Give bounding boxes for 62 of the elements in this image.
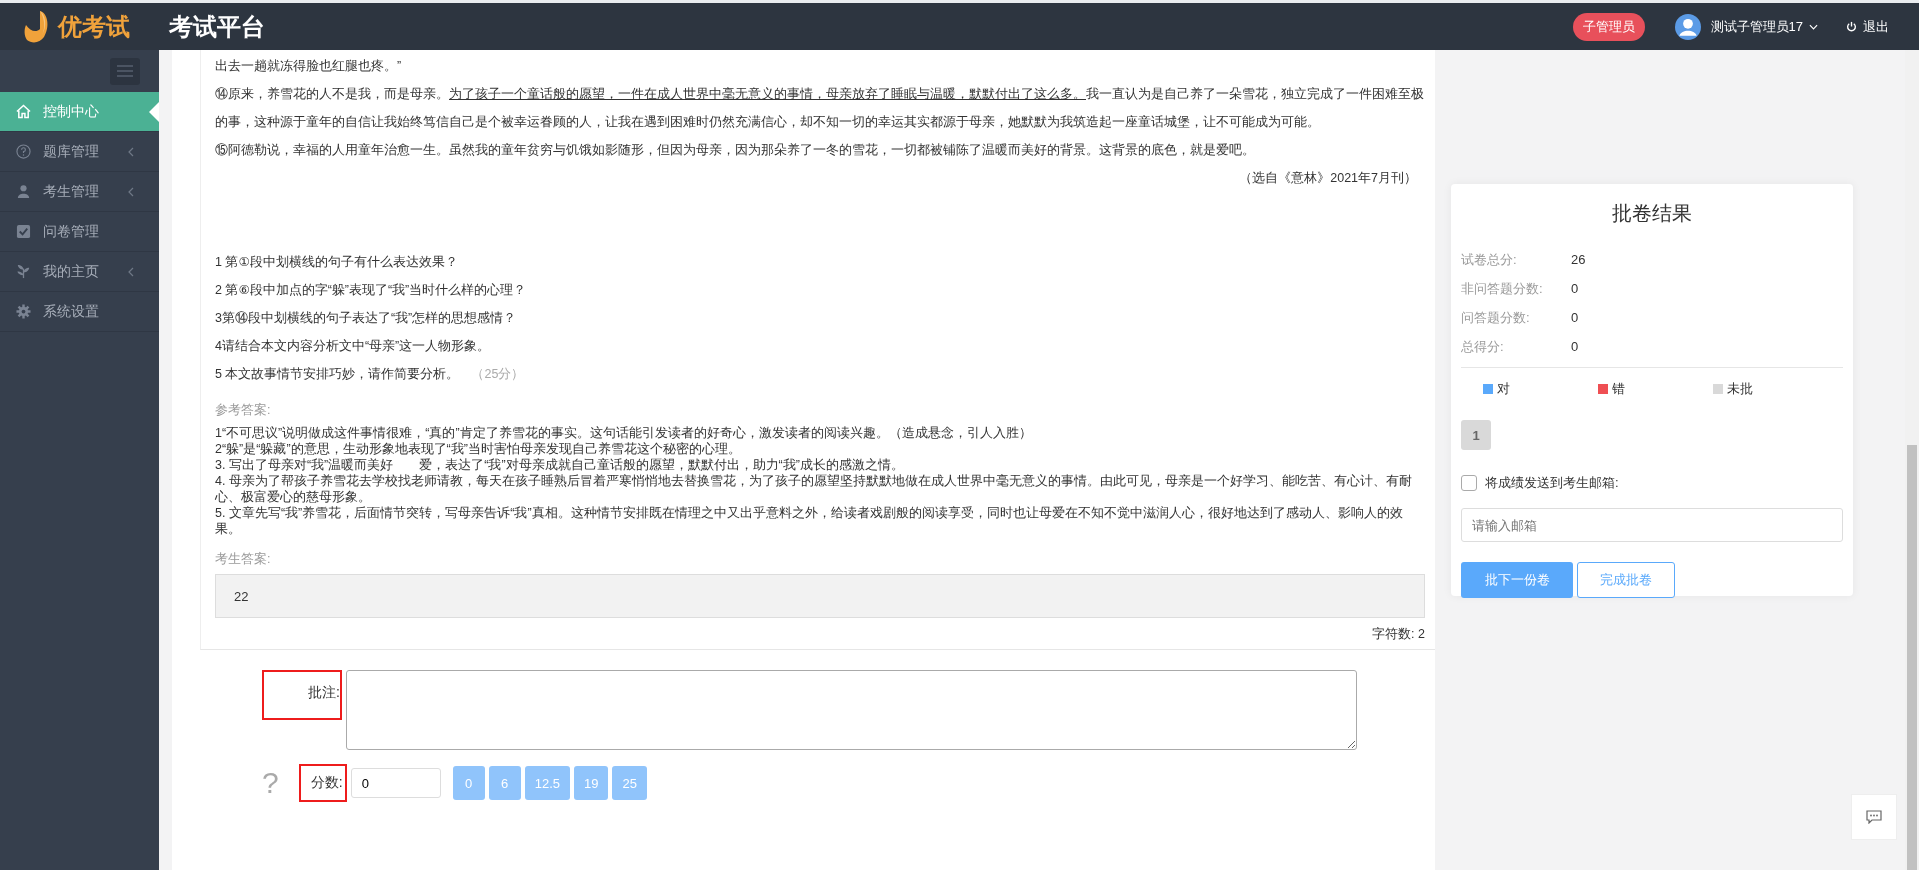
help-mark: ? — [262, 766, 279, 800]
source-citation: （选自《意林》2021年7月刊） — [1238, 170, 1418, 187]
passage-paragraph: ⑮阿德勒说，幸福的人用童年治愈一生。虽然我的童年贫穷与饥饿如影随形，但因为母亲，因为那朵养了一冬的雪花，一切都被铺陈了温暖而美好的背景。这背景的底色，就是爱吧。 — [215, 142, 1256, 159]
score-label: 分数: — [298, 764, 347, 802]
logo-text: 优考试 — [58, 11, 130, 42]
question-text: 2 第⑥段中加点的字“躲”表现了“我”当时什么样的心理？ — [215, 282, 527, 299]
comment-label: 批注: — [262, 670, 342, 720]
question-text: 4请结合本文内容分析文中“母亲”这一人物形象。 — [215, 338, 491, 355]
user-menu[interactable]: 测试子管理员17 — [1710, 17, 1818, 36]
stat-label: 试卷总分: — [1461, 251, 1518, 269]
panel-title: 批卷结果 — [1611, 201, 1693, 226]
logout-button[interactable]: 退出 — [1846, 17, 1889, 36]
sidebar-item[interactable]: 控制中心 — [0, 92, 159, 132]
avatar-icon — [1674, 13, 1701, 40]
question-text: 3第⑭段中划横线的句子表达了“我”怎样的思想感情？ — [215, 310, 517, 327]
legend-label: 错 — [1612, 380, 1625, 398]
question-icon — [16, 144, 31, 159]
question-number-button[interactable]: 1 — [1461, 420, 1491, 450]
question-text: 1 第①段中划横线的句子有什么表达效果？ — [215, 254, 458, 271]
student-answer-box: 22 — [215, 574, 1425, 618]
stat-value: 0 — [1571, 338, 1579, 356]
checkbox-icon — [16, 224, 31, 239]
reference-answer: 3. 写出了母亲对“我”温暖而美好 爱，表达了“我”对母亲成就自己童话般的愿望，默默付出，助力“我”成长的感激之情。 — [215, 457, 905, 473]
legend-label: 对 — [1497, 380, 1510, 398]
reference-answer: 5. 文章先写“我”养雪花，后面情节突转，写母亲告诉“我”真相。这种情节安排既在情理之中又出乎意料之外，给读者戏剧般的阅读享受，同时也让母爱在不知不觉中滋润人心，很好地达到了感动人、影响人的效果。 — [215, 505, 1404, 537]
stat-label: 问答题分数: — [1461, 309, 1531, 327]
menu-button[interactable] — [110, 57, 140, 85]
gear-icon — [16, 304, 31, 319]
passage-paragraph: ⑭原来，养雪花的人不是我，而是母亲。为了孩子一个童话般的愿望，一件在成人世界中毫无意义的事情，母亲放弃了睡眠与温暖，默默付出了这么多。我一直认为是自己养了一朵雪花，独立完成了一件困难至极的事，这种源于童年的自信让我始终笃信自己是个被幸运眷顾的人，让我在遇到困难时仍然充满信心，却不知一切的幸运其实都源于母亲，她默默为我筑造起一座童话城堡，让不可能成为可能。 — [215, 86, 1425, 131]
chat-button[interactable] — [1851, 794, 1897, 840]
legend-label: 未批 — [1727, 380, 1753, 398]
user-icon — [16, 184, 31, 199]
checkbox-label: 将成绩发送到考生邮箱: — [1485, 474, 1619, 492]
chat-icon — [1866, 810, 1882, 824]
comment-field[interactable] — [346, 670, 1357, 750]
home-icon — [16, 104, 31, 119]
stat-value: 26 — [1571, 251, 1586, 269]
scrollbar-thumb[interactable] — [1907, 445, 1917, 870]
character-count: 字符数: 2 — [1371, 626, 1425, 643]
leaf-icon — [16, 264, 31, 279]
app-title: 考试平台 — [169, 11, 265, 42]
caret-icon — [1809, 23, 1818, 30]
reference-answer: 4. 母亲为了帮孩子养雪花去学校找老师请教，每天在孩子睡熟后冒着严寒悄悄地去替换雪花，为了孩子的愿望坚持默默地做在成人世界中毫无意义的事情。由此可见，母亲是一个好学习、能吃苦、有心计、有耐心、极富爱心的慈母形象。 — [215, 473, 1413, 505]
score-field[interactable]: 0 — [350, 768, 441, 798]
checkbox[interactable] — [1461, 475, 1477, 491]
role-badge: 子管理员 — [1572, 12, 1645, 41]
reference-answer: 1“不可思议”说明做成这件事情很难，“真的”肯定了养雪花的事实。这句话能引发读者的好奇心，激发读者的阅读兴趣。（造成悬念，引人入胜） — [215, 425, 1033, 441]
question-text: 5 本文故事情节安排巧妙，请作简要分析。 — [215, 366, 460, 383]
reference-answer: 2“躲”是“躲藏”的意思，生动形象地表现了“我”当时害怕母亲发现自己养雪花这个秘密的心理。 — [215, 441, 742, 457]
stat-label: 总得分: — [1461, 338, 1505, 356]
stat-label: 非问答题分数: — [1461, 280, 1544, 298]
stat-value: 0 — [1571, 280, 1579, 298]
email-field[interactable]: 请输入邮箱 — [1461, 508, 1843, 542]
finish-button[interactable]: 完成批卷 — [1577, 562, 1675, 598]
question-score: （25分） — [471, 366, 525, 383]
stat-value: 0 — [1571, 309, 1579, 327]
passage-paragraph: 出去一趟就冻得脸也红腿也疼。” — [215, 58, 403, 75]
menu-icon — [117, 65, 133, 77]
reference-answer-label: 参考答案: — [215, 402, 272, 419]
next-paper-button[interactable]: 批下一份卷 — [1461, 562, 1573, 598]
power-icon — [1846, 21, 1857, 32]
student-answer-label: 考生答案: — [215, 551, 272, 568]
